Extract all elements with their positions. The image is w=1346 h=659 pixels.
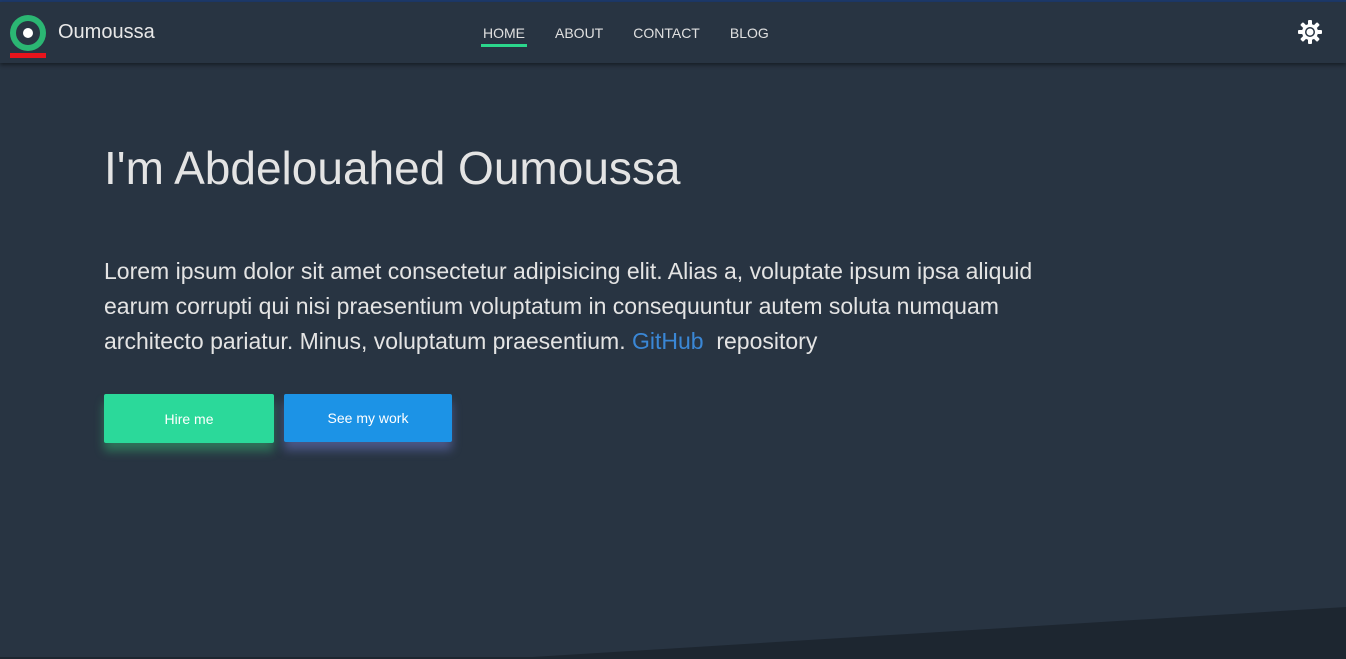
page: Oumoussa HOME ABOUT CONTACT BLOG I'm Abd… [0,0,1346,659]
hero-paragraph: Lorem ipsum dolor sit amet consectetur a… [104,258,1033,354]
nav-links: HOME ABOUT CONTACT BLOG [471,24,799,50]
navbar: Oumoussa HOME ABOUT CONTACT BLOG [0,2,1346,63]
logo-underline [10,53,46,58]
hire-me-button[interactable]: Hire me [104,394,274,443]
nav-link-home[interactable]: HOME [471,24,537,50]
hero-text: Lorem ipsum dolor sit amet consectetur a… [104,254,1064,359]
nav-link-contact[interactable]: CONTACT [633,24,700,50]
logo-ring [10,15,46,51]
hero: I'm Abdelouahed Oumoussa Lorem ipsum dol… [104,138,1064,359]
sun-gear-icon[interactable] [1297,19,1323,45]
hero-title: I'm Abdelouahed Oumoussa [104,142,681,194]
brand-name[interactable]: Oumoussa [58,20,155,44]
hero-buttons: Hire me See my work [104,394,452,443]
ring-logo-icon[interactable] [10,15,46,59]
hero-link-suffix: repository [716,328,818,354]
bottom-diagonal-shape [0,607,1346,659]
github-link[interactable]: GitHub [632,328,704,354]
see-my-work-button[interactable]: See my work [284,394,452,442]
nav-link-blog[interactable]: BLOG [730,24,769,50]
nav-link-about[interactable]: ABOUT [555,24,603,50]
